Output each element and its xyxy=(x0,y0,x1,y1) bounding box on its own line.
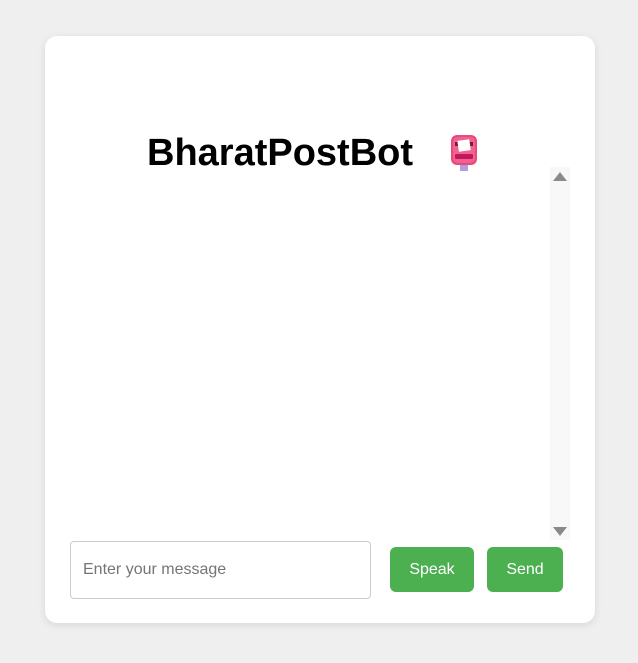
chat-messages-area[interactable] xyxy=(69,167,571,535)
chat-card: BharatPostBot Speak Send xyxy=(45,36,595,623)
message-input[interactable] xyxy=(70,541,371,599)
chat-scrollbar[interactable] xyxy=(550,167,570,540)
send-button[interactable]: Send xyxy=(487,547,563,592)
scroll-up-arrow-icon[interactable] xyxy=(553,172,567,181)
speak-button[interactable]: Speak xyxy=(390,547,474,592)
scroll-down-arrow-icon[interactable] xyxy=(553,527,567,536)
